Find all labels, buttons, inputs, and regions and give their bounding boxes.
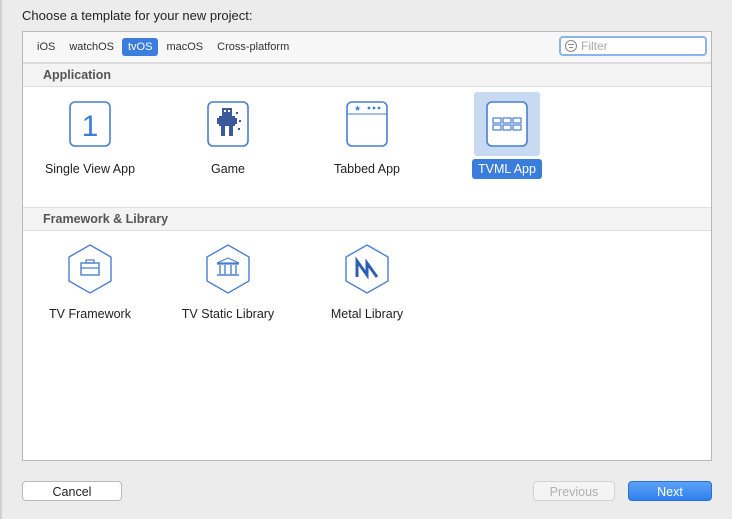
template-panel: iOS watchOS tvOS macOS Cross-platform Ap…	[22, 31, 712, 461]
window-edge	[0, 0, 2, 519]
game-icon	[207, 101, 249, 147]
template-label: Tabbed App	[333, 162, 401, 176]
dialog-prompt: Choose a template for your new project:	[22, 8, 253, 23]
metal-library-icon	[345, 244, 389, 294]
static-library-icon	[206, 244, 250, 294]
template-label: TV Framework	[49, 307, 131, 321]
tvml-icon	[486, 101, 528, 147]
template-tabbed-app[interactable]: ★ Tabbed App	[312, 92, 422, 202]
template-icon-box	[57, 237, 123, 301]
template-icon-box	[474, 92, 540, 156]
next-button[interactable]: Next	[628, 481, 712, 501]
template-label: Single View App	[44, 162, 136, 176]
section-header-framework-library: Framework & Library	[23, 207, 711, 231]
tabbed-icon: ★	[346, 101, 388, 147]
filter-input[interactable]	[581, 39, 696, 53]
template-icon-box	[195, 92, 261, 156]
template-metal-library[interactable]: Metal Library	[312, 237, 422, 347]
filter-field[interactable]	[559, 36, 707, 56]
tab-cross-platform[interactable]: Cross-platform	[211, 38, 295, 56]
framework-icon	[68, 244, 112, 294]
template-icon-box: 1	[57, 92, 123, 156]
filter-icon	[565, 40, 577, 52]
single-view-icon: 1	[69, 101, 111, 147]
platform-bar: iOS watchOS tvOS macOS Cross-platform	[23, 32, 711, 63]
template-label: Metal Library	[330, 307, 404, 321]
new-project-dialog: Choose a template for your new project: …	[0, 0, 732, 519]
template-icon-box	[334, 237, 400, 301]
tab-macos[interactable]: macOS	[160, 38, 209, 56]
svg-text:1: 1	[82, 110, 99, 143]
template-tv-static-library[interactable]: TV Static Library	[173, 237, 283, 347]
previous-button[interactable]: Previous	[533, 481, 615, 501]
template-icon-box	[195, 237, 261, 301]
template-label: TVML App	[452, 159, 562, 179]
template-label: Game	[210, 162, 246, 176]
template-game[interactable]: Game	[173, 92, 283, 202]
section-header-application: Application	[23, 63, 711, 87]
tab-ios[interactable]: iOS	[31, 38, 61, 56]
tab-watchos[interactable]: watchOS	[63, 38, 120, 56]
template-icon-box: ★	[334, 92, 400, 156]
cancel-button[interactable]: Cancel	[22, 481, 122, 501]
tab-tvos[interactable]: tvOS	[121, 38, 159, 56]
template-tv-framework[interactable]: TV Framework	[35, 237, 145, 347]
svg-text:★: ★	[354, 104, 361, 113]
platform-tabs: iOS watchOS tvOS macOS Cross-platform	[31, 38, 295, 56]
template-single-view-app[interactable]: 1 Single View App	[35, 92, 145, 202]
template-label: TV Static Library	[181, 307, 275, 321]
template-tvml-app[interactable]: TVML App	[452, 92, 562, 202]
